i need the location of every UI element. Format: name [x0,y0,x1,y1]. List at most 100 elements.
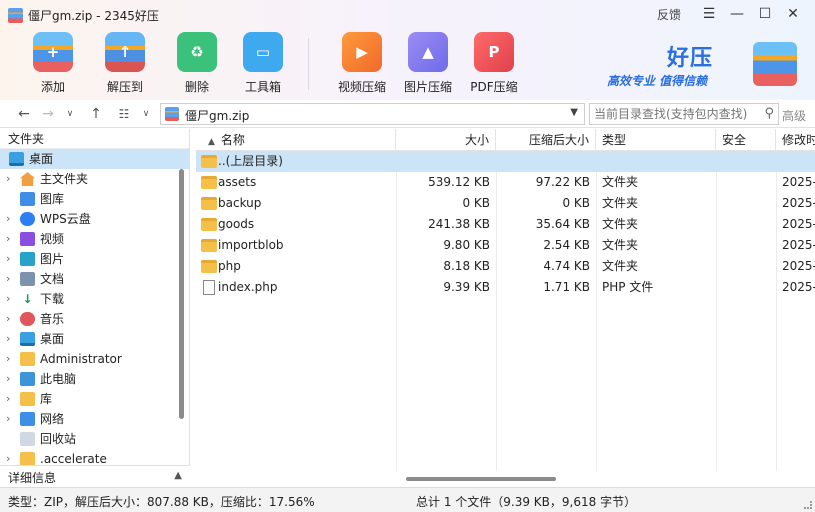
chevron-right-icon[interactable]: › [6,169,10,189]
sidebar-item[interactable]: › 主文件夹 [0,169,189,189]
history-dropdown-icon[interactable]: ∨ [60,104,80,124]
chevron-right-icon[interactable]: › [6,409,10,429]
file-row[interactable]: importblob 9.80 KB 2.54 KB 文件夹 2025- [196,235,815,256]
column-name[interactable]: ▲ 名称 [196,129,396,151]
sidebar-item[interactable]: › 文档 [0,269,189,289]
window-controls: 反馈 ☰ — ☐ ✕ [657,4,807,24]
file-packed: 2.54 KB [543,238,590,252]
sidebar-item[interactable]: › 库 [0,389,189,409]
chevron-right-icon[interactable]: › [6,349,10,369]
file-row[interactable]: ..(上层目录) [196,151,815,172]
toolbox-button[interactable]: ▭ 工具箱 [230,28,296,96]
folder-icon [20,352,35,366]
video-compress-button[interactable]: ▶ 视频压缩 [329,28,395,96]
resize-grip-icon[interactable] [804,501,812,509]
path-dropdown-icon[interactable]: ▼ [570,107,578,118]
close-button[interactable]: ✕ [779,4,807,24]
view-mode-icon[interactable]: ☷ [114,104,134,124]
sidebar-item[interactable]: 图库 [0,189,189,209]
file-row[interactable]: index.php 9.39 KB 1.71 KB PHP 文件 2025- [196,277,815,298]
sidebar-item[interactable]: › WPS云盘 [0,209,189,229]
archive-info: 类型：ZIP，解压后大小：807.88 KB，压缩比：17.56% [8,495,315,509]
file-packed: 35.64 KB [535,217,590,231]
minimize-button[interactable]: — [723,4,751,24]
sidebar-item[interactable]: › 桌面 [0,329,189,349]
file-size: 0 KB [462,196,490,210]
sidebar-item[interactable]: 桌面 [0,149,189,169]
column-size[interactable]: 大小 [396,129,496,151]
file-size [396,151,496,172]
chevron-right-icon[interactable]: › [6,229,10,249]
file-type: 文件夹 [602,175,639,189]
chevron-up-icon[interactable]: ▲ [174,470,182,481]
music-icon [20,312,35,326]
file-row[interactable]: assets 539.12 KB 97.22 KB 文件夹 2025- [196,172,815,193]
back-arrow-icon[interactable]: ← [14,104,34,124]
sidebar-item[interactable]: › 此电脑 [0,369,189,389]
chevron-right-icon[interactable]: › [6,329,10,349]
toolbox-label: 工具箱 [244,80,281,94]
sidebar-item[interactable]: › Administrator [0,349,189,369]
image-compress-button[interactable]: ▲ 图片压缩 [395,28,461,96]
sidebar-item[interactable]: › 图片 [0,249,189,269]
sidebar-item[interactable]: › ↓ 下载 [0,289,189,309]
folder-tree-scrollbar[interactable] [179,169,184,419]
delete-label: 删除 [184,80,209,94]
add-label: 添加 [40,80,65,94]
file-type: 文件夹 [602,238,639,252]
extract-button[interactable]: ↑ 解压到 [92,28,158,96]
chevron-right-icon[interactable]: › [6,369,10,389]
file-row[interactable]: php 8.18 KB 4.74 KB 文件夹 2025- [196,256,815,277]
sidebar-item[interactable]: › 音乐 [0,309,189,329]
feedback-link[interactable]: 反馈 [657,6,681,23]
file-row[interactable]: goods 241.38 KB 35.64 KB 文件夹 2025- [196,214,815,235]
file-packed: 4.74 KB [543,259,590,273]
detail-info-bar[interactable]: 详细信息 ▲ [0,465,190,487]
view-mode-dropdown-icon[interactable]: ∨ [136,104,156,124]
path-field[interactable]: 僵尸gm.zip ▼ [160,103,585,125]
file-modified: 2025- [782,196,815,210]
pdf-compress-label: PDF压缩 [470,80,518,94]
folder-tree-pane: 文件夹 桌面 › 主文件夹 图库 › WPS云盘 › 视频 › 图片 › 文档 › ↓ 下载 › 音乐 › 桌面 › A… [0,129,190,487]
search-icon[interactable]: ⚲ [764,106,774,121]
sidebar-item[interactable]: › 网络 [0,409,189,429]
forward-arrow-icon[interactable]: → [38,104,58,124]
file-list-hscrollbar[interactable] [406,477,556,481]
file-type: 文件夹 [602,217,639,231]
sidebar-item-label: 主文件夹 [40,172,89,186]
advanced-search-link[interactable]: 高级 [782,107,806,124]
up-arrow-icon[interactable]: ↑ [86,104,106,124]
selection-total: 总计 1 个文件（9.39 KB，9,618 字节） [416,495,637,509]
sidebar-item[interactable]: 回收站 [0,429,189,449]
chevron-right-icon[interactable]: › [6,209,10,229]
file-name: importblob [218,238,284,252]
chevron-right-icon[interactable]: › [6,389,10,409]
file-packed: 0 KB [562,196,590,210]
network-icon [20,412,35,426]
add-button[interactable]: + 添加 [20,28,86,96]
file-size: 9.80 KB [443,238,490,252]
chevron-right-icon[interactable]: › [6,289,10,309]
chevron-right-icon[interactable]: › [6,269,10,289]
menu-icon[interactable]: ☰ [695,4,723,24]
sidebar-item[interactable]: › 视频 [0,229,189,249]
chevron-right-icon[interactable]: › [6,249,10,269]
maximize-button[interactable]: ☐ [751,4,779,24]
file-name: backup [218,196,262,210]
column-modified[interactable]: 修改时 [776,129,815,151]
delete-button[interactable]: ♻ 删除 [164,28,230,96]
pdf-compress-button[interactable]: P PDF压缩 [461,28,527,96]
chevron-right-icon[interactable]: › [6,309,10,329]
gallery-icon [20,192,35,206]
search-input[interactable] [590,104,750,124]
detail-info-label: 详细信息 [8,471,57,485]
brand-name: 好压 [667,46,714,71]
file-row[interactable]: backup 0 KB 0 KB 文件夹 2025- [196,193,815,214]
column-type[interactable]: 类型 [596,129,716,151]
column-security[interactable]: 安全 [716,129,776,151]
image-compress-icon: ▲ [408,32,448,72]
file-name: ..(上层目录) [218,154,283,168]
video-compress-label: 视频压缩 [337,80,386,94]
file-modified: 2025- [782,217,815,231]
column-packed-size[interactable]: 压缩后大小 [496,129,596,151]
